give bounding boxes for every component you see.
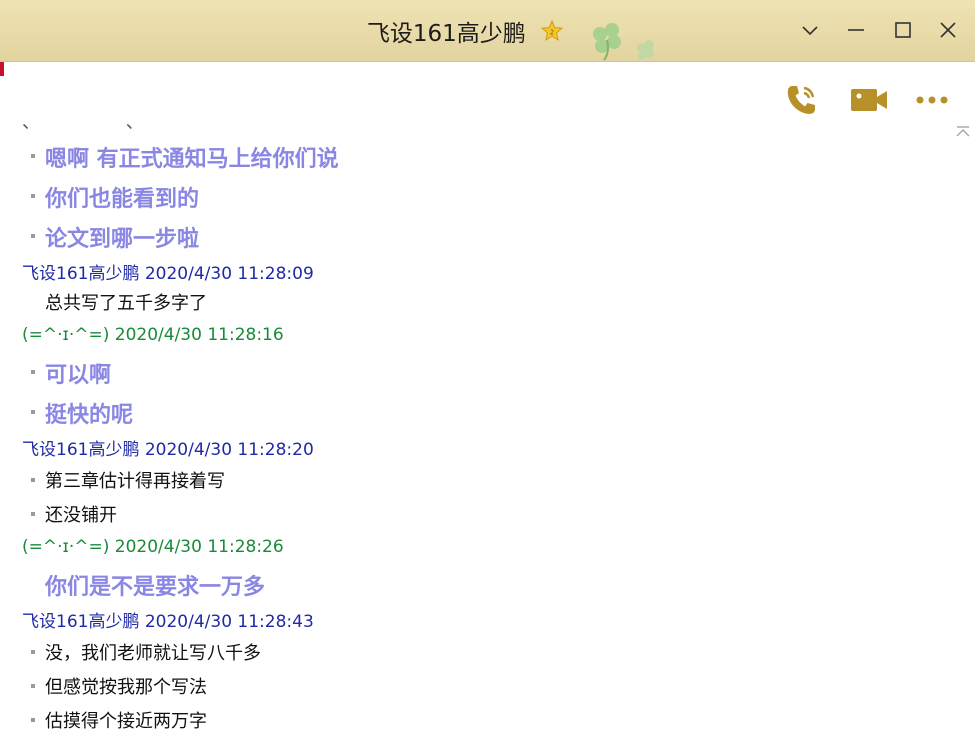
title-bar[interactable]: 飞设161高少鹏 2 [0, 0, 975, 62]
message-list[interactable]: 、 、 、 嗯啊 有正式通知马上给你们说你们也能看到的论文到哪一步啦飞设161高… [0, 120, 950, 734]
window-title: 飞设161高少鹏 2 [0, 14, 930, 48]
message-text: 但感觉按我那个写法 [45, 677, 207, 698]
maximize-icon [895, 22, 911, 38]
message-header: 飞设161高少鹏 2020/4/30 11:28:20 [22, 440, 314, 460]
message-text: 你们也能看到的 [45, 187, 200, 212]
message-bullet [31, 234, 35, 238]
message-text: 可以啊 [45, 363, 112, 388]
contact-name: 飞设161高少鹏 [366, 21, 526, 47]
message-bullet [31, 478, 35, 482]
message-bullet [31, 512, 35, 516]
video-call-button[interactable] [849, 80, 889, 120]
message-text: 第三章估计得再接着写 [45, 471, 225, 492]
close-button[interactable] [930, 12, 966, 48]
voice-call-button[interactable] [782, 80, 822, 120]
video-camera-icon [851, 89, 887, 111]
phone-icon [787, 86, 815, 114]
chevron-down-icon [802, 26, 818, 36]
message-bullet [31, 154, 35, 158]
dropdown-button[interactable] [792, 12, 828, 48]
vip-star-icon[interactable]: 2 [541, 20, 564, 42]
maximize-button[interactable] [885, 12, 921, 48]
message-text: 论文到哪一步啦 [45, 227, 200, 252]
message-bullet [31, 194, 35, 198]
message-bullet [31, 684, 35, 688]
message-header: (=^·ɪ·^=) 2020/4/30 11:28:16 [22, 325, 284, 345]
message-text: 挺快的呢 [45, 403, 134, 428]
message-text: 嗯啊 有正式通知马上给你们说 [45, 147, 339, 172]
message-text: 没，我们老师就让写八千多 [45, 643, 261, 664]
message-header: 飞设161高少鹏 2020/4/30 11:28:43 [22, 612, 314, 632]
window-edge [0, 62, 4, 76]
message-header: 飞设161高少鹏 2020/4/30 11:28:09 [22, 264, 314, 284]
scroll-top-icon[interactable] [954, 124, 972, 142]
close-icon [940, 22, 956, 38]
message-bullet [31, 410, 35, 414]
minimize-button[interactable] [838, 12, 874, 48]
clipped-message: 、 、 、 [22, 120, 202, 130]
minimize-icon [848, 29, 864, 31]
message-bullet [31, 718, 35, 722]
message-header: (=^·ɪ·^=) 2020/4/30 11:28:26 [22, 537, 284, 557]
message-text: 还没铺开 [45, 505, 117, 526]
more-icon [916, 96, 948, 104]
more-options-button[interactable] [912, 80, 952, 120]
message-text: 估摸得个接近两万字 [45, 711, 207, 732]
message-text: 总共写了五千多字了 [45, 293, 207, 314]
clover-icon [593, 23, 654, 61]
message-text: 你们是不是要求一万多 [45, 575, 266, 600]
svg-text:2: 2 [550, 29, 554, 37]
message-bullet [31, 370, 35, 374]
chat-window: 飞设161高少鹏 2 嗯啊 有正式通知马上给你们说 你们也能看到的 论文到哪一步… [0, 0, 975, 734]
message-bullet [31, 650, 35, 654]
